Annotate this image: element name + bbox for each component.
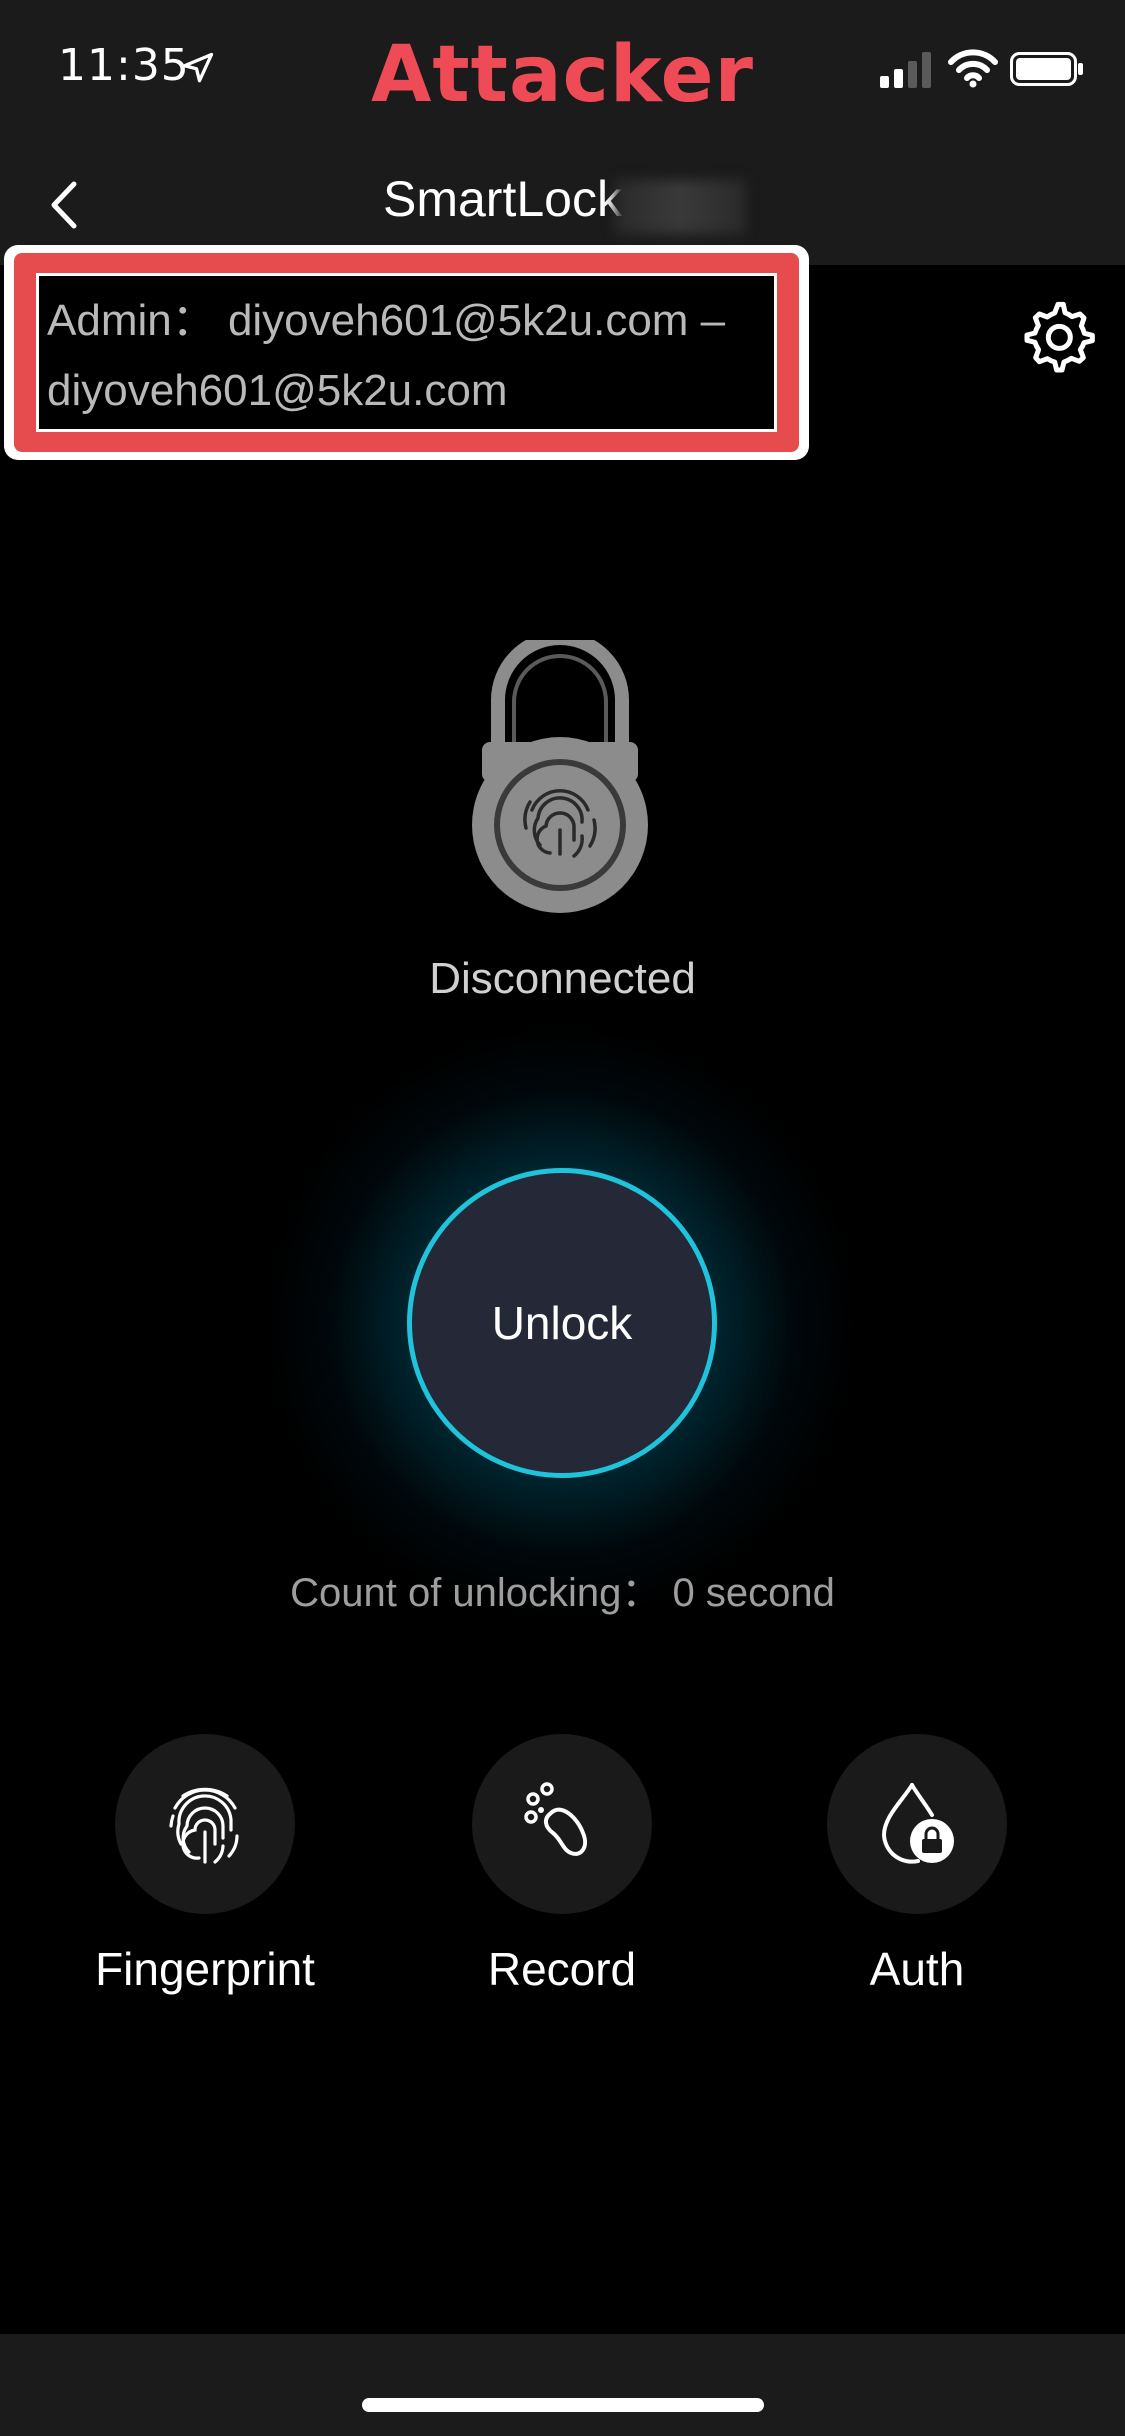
home-indicator[interactable]: [362, 2398, 764, 2412]
fingerprint-icon-circle: [115, 1734, 295, 1914]
auth-icon-circle: [827, 1734, 1007, 1914]
redacted-title-suffix: [615, 180, 745, 234]
admin-info-panel: Admin： diyoveh601@5k2u.com – diyoveh601@…: [36, 273, 777, 432]
unlock-label: Unlock: [491, 1297, 633, 1349]
footprint-icon: [517, 1777, 607, 1871]
fingerprint-icon: [157, 1774, 253, 1874]
highlight-border: Admin： diyoveh601@5k2u.com – diyoveh601@…: [14, 253, 799, 452]
drop-lock-icon: [872, 1777, 962, 1871]
record-icon-circle: [472, 1734, 652, 1914]
record-button[interactable]: Record: [382, 1734, 742, 1996]
admin-highlight-box: Admin： diyoveh601@5k2u.com – diyoveh601@…: [4, 245, 809, 460]
gear-icon[interactable]: [1018, 296, 1098, 376]
wifi-icon: [948, 48, 998, 92]
padlock-fingerprint-icon: [470, 631, 650, 920]
auth-label: Auth: [869, 1943, 965, 1995]
admin-info-text: Admin： diyoveh601@5k2u.com – diyoveh601@…: [47, 296, 726, 415]
unlock-count-text: Count of unlocking： 0 second: [290, 1571, 835, 1615]
chevron-left-icon[interactable]: [40, 170, 90, 240]
cellular-signal-icon: [880, 52, 936, 92]
fingerprint-label: Fingerprint: [95, 1943, 315, 1995]
auth-button[interactable]: Auth: [737, 1734, 1097, 1996]
unlock-button[interactable]: Unlock: [407, 1168, 717, 1478]
battery-icon: [1010, 52, 1085, 90]
page-title: SmartLock: [383, 171, 622, 227]
bottom-bar: [0, 2334, 1125, 2436]
connection-status: Disconnected: [429, 954, 696, 1003]
fingerprint-button[interactable]: Fingerprint: [25, 1734, 385, 1996]
status-bar: 11:35 Attacker: [0, 0, 1125, 140]
record-label: Record: [487, 1943, 637, 1995]
